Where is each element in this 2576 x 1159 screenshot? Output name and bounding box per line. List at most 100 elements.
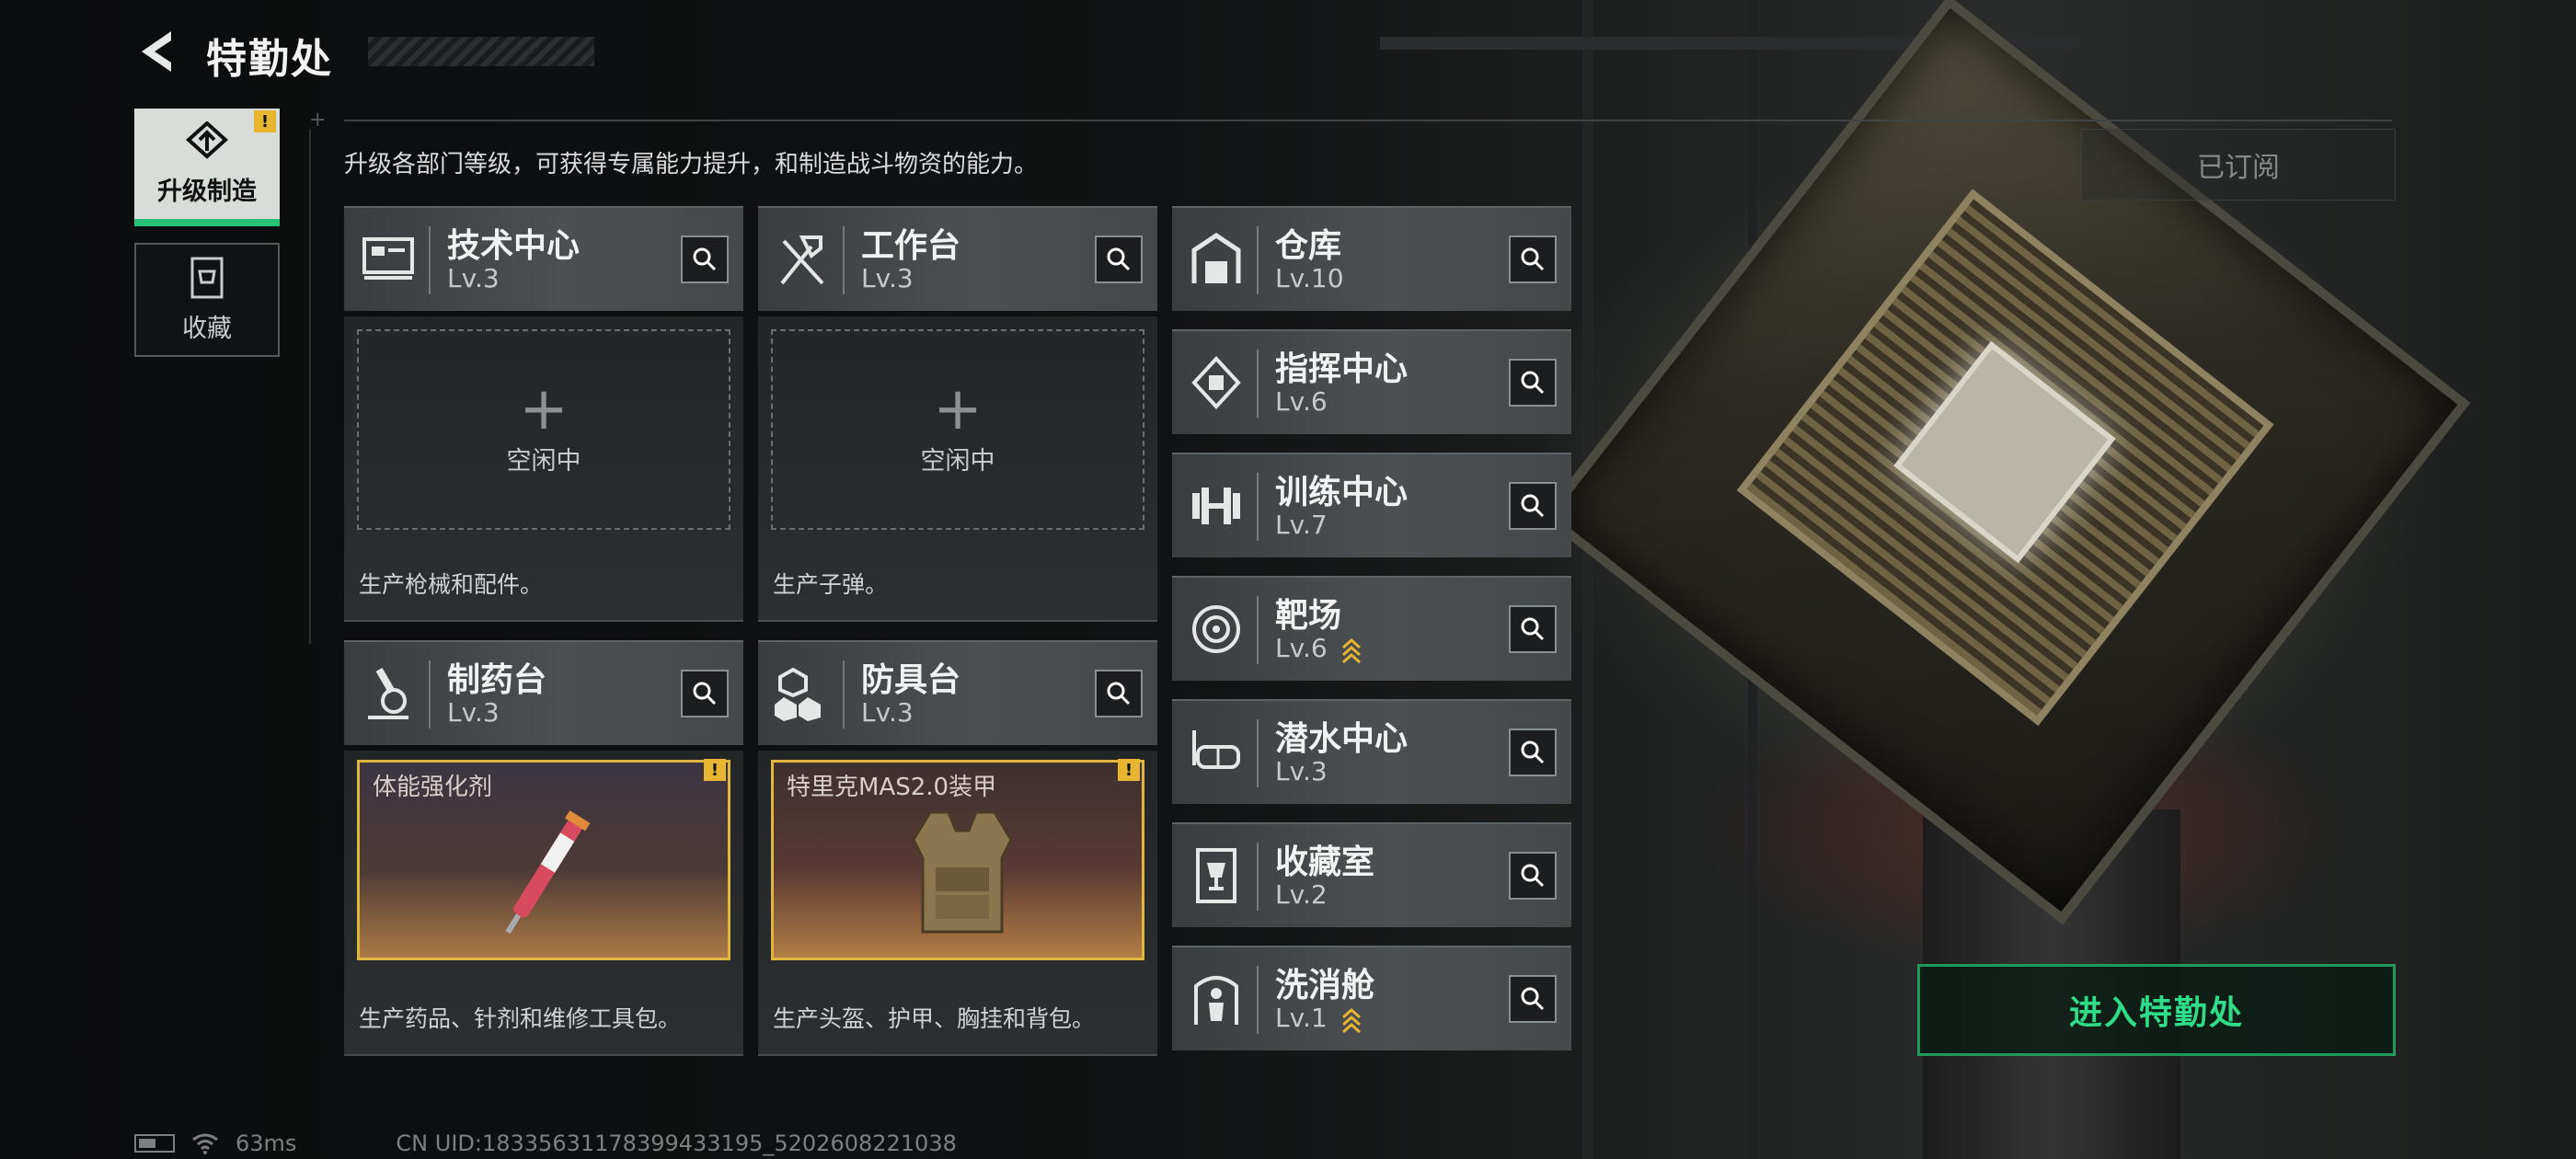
search-button[interactable] bbox=[1509, 975, 1557, 1023]
dept-level-row: Lv.1 bbox=[1275, 1003, 1362, 1034]
dept-header-warehouse[interactable]: 仓库 Lv.10 bbox=[1172, 206, 1571, 311]
alert-badge: ! bbox=[704, 759, 726, 781]
production-slot[interactable]: + 空闲中 bbox=[357, 329, 730, 530]
search-icon bbox=[1521, 494, 1545, 518]
dept-description: 生产药品、针剂和维修工具包。 bbox=[359, 1005, 682, 1032]
divider bbox=[309, 129, 311, 644]
dept-level: Lv.3 bbox=[861, 263, 914, 293]
separator bbox=[1257, 719, 1259, 787]
dept-level: Lv.3 bbox=[447, 263, 500, 293]
dept-name: 潜水中心 bbox=[1275, 720, 1409, 758]
sidebar-item-collection[interactable]: 收藏 bbox=[134, 243, 280, 357]
dept-header-armor-bench[interactable]: 防具台 Lv.3 bbox=[758, 640, 1157, 745]
dept-name: 训练中心 bbox=[1275, 474, 1409, 511]
dept-body-armor-bench: 特里克MAS2.0装甲 ! 生产头盔、护甲、胸挂和背包。 bbox=[758, 751, 1157, 1056]
page-title: 特勤处 bbox=[206, 36, 333, 83]
title-decoration bbox=[368, 37, 594, 66]
dept-body-tech-center: + 空闲中 生产枪械和配件。 bbox=[344, 316, 743, 622]
dept-name: 指挥中心 bbox=[1275, 350, 1409, 388]
search-icon bbox=[693, 682, 717, 706]
sidebar-item-label: 收藏 bbox=[182, 314, 232, 343]
separator bbox=[843, 226, 845, 294]
sidebar-item-upgrade-craft[interactable]: 升级制造 ! bbox=[134, 109, 280, 226]
search-icon bbox=[1521, 371, 1545, 395]
separator bbox=[1257, 843, 1259, 911]
slot-status: 空闲中 bbox=[920, 446, 995, 476]
dept-header-collection-room[interactable]: 收藏室 Lv.2 bbox=[1172, 822, 1571, 927]
search-button[interactable] bbox=[1095, 235, 1143, 283]
separator bbox=[429, 226, 431, 294]
search-button[interactable] bbox=[681, 235, 729, 283]
dept-header-tech-center[interactable]: 技术中心 Lv.3 bbox=[344, 206, 743, 311]
search-icon bbox=[1521, 740, 1545, 764]
search-button[interactable] bbox=[1509, 605, 1557, 653]
search-button[interactable] bbox=[681, 670, 729, 717]
dept-header-diving-center[interactable]: 潜水中心 Lv.3 bbox=[1172, 699, 1571, 804]
dept-level: Lv.3 bbox=[861, 697, 914, 728]
subscribed-button[interactable]: 已订阅 bbox=[2081, 129, 2396, 201]
plus-icon: + bbox=[519, 374, 569, 443]
search-button[interactable] bbox=[1095, 670, 1143, 717]
separator bbox=[1257, 966, 1259, 1034]
computer-icon bbox=[362, 237, 414, 280]
upgrade-craft-icon bbox=[186, 120, 228, 159]
crafting-item-slot[interactable]: 体能强化剂 ! bbox=[357, 759, 730, 960]
dept-level: Lv.2 bbox=[1275, 879, 1328, 910]
background-cube-core bbox=[1893, 340, 2116, 564]
dept-header-training-center[interactable]: 训练中心 Lv.7 bbox=[1172, 453, 1571, 557]
dept-header-decontamination[interactable]: 洗消舱 Lv.1 bbox=[1172, 946, 1571, 1050]
upgrade-available-icon bbox=[1341, 1007, 1361, 1034]
dept-description: 生产头盔、护甲、胸挂和背包。 bbox=[773, 1005, 1096, 1032]
dept-level: Lv.3 bbox=[1275, 756, 1328, 786]
dept-header-command-center[interactable]: 指挥中心 Lv.6 bbox=[1172, 329, 1571, 434]
target-icon bbox=[1192, 605, 1240, 653]
separator bbox=[843, 660, 845, 729]
production-slot[interactable]: + 空闲中 bbox=[771, 329, 1144, 530]
divider-cross: + bbox=[309, 109, 327, 132]
dept-description: 生产子弹。 bbox=[773, 571, 889, 598]
crafting-item-name: 特里克MAS2.0装甲 bbox=[787, 774, 997, 801]
dept-level: Lv.1 bbox=[1275, 1003, 1328, 1033]
wifi-icon bbox=[192, 1133, 218, 1154]
search-button[interactable] bbox=[1509, 852, 1557, 900]
search-button[interactable] bbox=[1509, 729, 1557, 776]
dept-body-pharmacy: 体能强化剂 ! 生产药品、针剂和维修工具包。 bbox=[344, 751, 743, 1056]
uid-text: CN UID:18335631178399433195_520260822103… bbox=[396, 1130, 957, 1156]
divider bbox=[344, 120, 2392, 121]
dept-name: 仓库 bbox=[1275, 227, 1342, 265]
alert-badge: ! bbox=[254, 110, 276, 132]
dept-body-workbench: + 空闲中 生产子弹。 bbox=[758, 316, 1157, 622]
diving-mask-icon bbox=[1192, 730, 1240, 769]
slot-status: 空闲中 bbox=[506, 446, 581, 476]
search-button[interactable] bbox=[1509, 235, 1557, 283]
search-button[interactable] bbox=[1509, 482, 1557, 530]
dept-header-pharmacy[interactable]: 制药台 Lv.3 bbox=[344, 640, 743, 745]
dept-level: Lv.10 bbox=[1275, 263, 1344, 293]
dept-level: Lv.6 bbox=[1275, 386, 1328, 417]
search-icon bbox=[1521, 864, 1545, 888]
dept-name: 防具台 bbox=[861, 661, 961, 699]
dept-header-shooting-range[interactable]: 靶场 Lv.6 bbox=[1172, 576, 1571, 681]
microscope-icon bbox=[368, 667, 408, 719]
enter-special-ops-button[interactable]: 进入特勤处 bbox=[1917, 964, 2396, 1056]
dept-header-workbench[interactable]: 工作台 Lv.3 bbox=[758, 206, 1157, 311]
battery-icon bbox=[134, 1134, 175, 1153]
search-icon bbox=[1107, 682, 1131, 706]
dept-name: 技术中心 bbox=[447, 227, 581, 265]
crafting-item-slot[interactable]: 特里克MAS2.0装甲 ! bbox=[771, 759, 1144, 960]
separator bbox=[1257, 596, 1259, 664]
sidebar-item-label: 升级制造 bbox=[157, 177, 257, 206]
dept-description: 生产枪械和配件。 bbox=[359, 571, 544, 598]
dept-name: 制药台 bbox=[447, 661, 547, 699]
armor-cubes-icon bbox=[775, 667, 821, 721]
dept-name: 洗消舱 bbox=[1275, 967, 1375, 1004]
separator bbox=[1257, 350, 1259, 418]
back-arrow-icon[interactable] bbox=[134, 28, 180, 75]
search-button[interactable] bbox=[1509, 359, 1557, 407]
dept-name: 收藏室 bbox=[1275, 843, 1375, 881]
dept-level: Lv.3 bbox=[447, 697, 500, 728]
background-rig bbox=[1582, 0, 1593, 1159]
dept-name: 靶场 bbox=[1275, 597, 1342, 635]
dept-level-row: Lv.6 bbox=[1275, 633, 1362, 664]
upgrade-available-icon bbox=[1341, 637, 1361, 664]
